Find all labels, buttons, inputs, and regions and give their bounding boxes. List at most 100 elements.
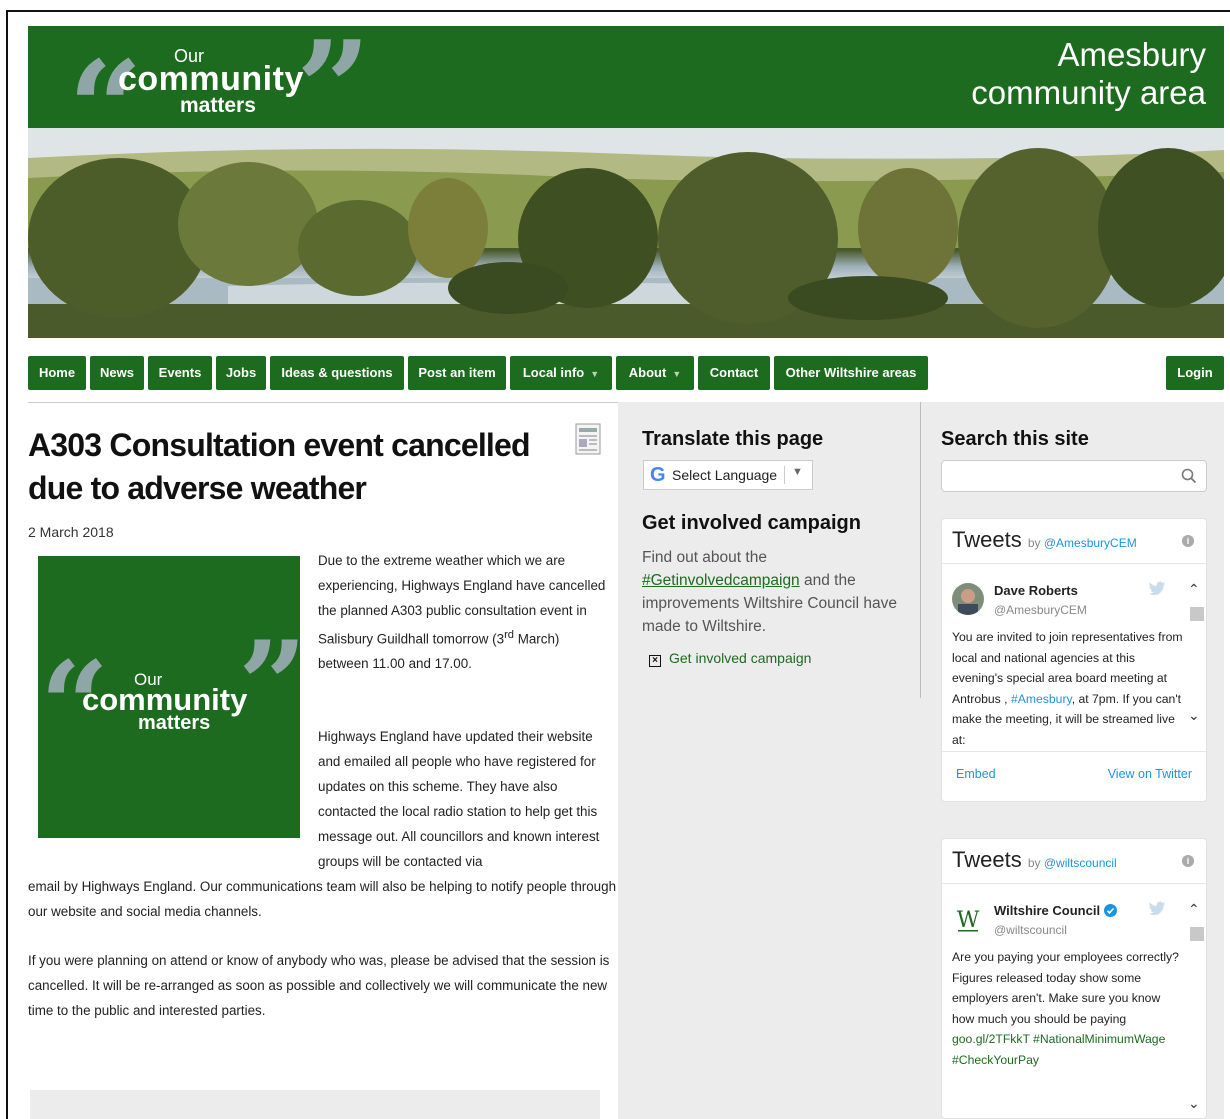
tweets-by: by @wiltscouncil [1028, 856, 1117, 870]
involved-campaign-image[interactable]: × Get involved campaign [649, 650, 811, 667]
image-alt-text: Get involved campaign [669, 650, 812, 666]
google-icon: G [650, 464, 666, 486]
nav-about[interactable]: About ▼ [616, 356, 694, 390]
logo-matters: matters [180, 94, 256, 117]
nav-ideas-questions[interactable]: Ideas & questions [270, 356, 404, 390]
nav-label: About [628, 365, 667, 380]
tweet-author-name[interactable]: Wiltshire Council [994, 903, 1117, 918]
divider [942, 751, 1206, 752]
article-paragraph-3: If you were planning on attend or know o… [28, 953, 610, 1018]
scroll-down-icon[interactable]: ⌄ [1188, 1095, 1200, 1112]
text-run: by [1027, 536, 1044, 550]
tweet-text: Are you paying your employees correctly?… [952, 947, 1184, 1070]
tweet-author-handle[interactable]: @wiltscouncil [994, 923, 1067, 937]
nav-label: Ideas & questions [281, 365, 393, 380]
nav-home[interactable]: Home [28, 356, 86, 390]
tweets-widget-amesbury: Tweets by @AmesburyCEM i Dave Roberts @A… [941, 518, 1207, 802]
logo-matters: matters [138, 712, 211, 734]
tweet-author-name[interactable]: Dave Roberts [994, 583, 1078, 598]
nav-contact[interactable]: Contact [698, 356, 770, 390]
nav-label: Events [158, 365, 202, 380]
tweet-text: You are invited to join representatives … [952, 627, 1184, 750]
nav-events[interactable]: Events [148, 356, 212, 390]
search-input[interactable] [941, 460, 1207, 492]
text-run: by [1027, 856, 1044, 870]
article-paragraph-1: Due to the extreme weather which we are … [318, 548, 610, 676]
login-label: Login [1177, 365, 1213, 380]
tweets-title: Tweets [952, 527, 1022, 552]
article-date: 2 March 2018 [28, 524, 114, 540]
nav-local-info[interactable]: Local info ▼ [510, 356, 612, 390]
divider [942, 883, 1206, 884]
text-run: Find out about the [642, 549, 767, 566]
link-and-hashtags[interactable]: goo.gl/2TFkkT #NationalMinimumWage #Chec… [952, 1032, 1165, 1067]
svg-text:W: W [957, 908, 980, 933]
article-logo-image: “ ” Our community matters [38, 556, 300, 838]
article-title: A303 Consultation event cancelled due to… [28, 427, 531, 506]
article-paragraph-2-continued: email by Highways England. Our communica… [28, 879, 617, 919]
nav-jobs[interactable]: Jobs [216, 356, 266, 390]
divider [784, 466, 785, 484]
divider [28, 402, 618, 403]
tweets-by: by @AmesburyCEM [1028, 536, 1137, 550]
chevron-down-icon: ▼ [590, 369, 600, 379]
banner-scene [28, 128, 1224, 338]
info-icon[interactable]: i [1182, 855, 1194, 867]
nav-label: Post an item [418, 365, 496, 380]
twitter-bird-icon[interactable] [1148, 581, 1166, 597]
divider [942, 563, 1206, 564]
login-button[interactable]: Login [1166, 356, 1224, 390]
hashtag-link[interactable]: #Amesbury [1011, 692, 1072, 706]
tweets-account-link[interactable]: @AmesburyCEM [1044, 536, 1137, 550]
language-select[interactable]: G Select Language ▼ [643, 460, 813, 490]
nav-other-areas[interactable]: Other Wiltshire areas [774, 356, 928, 390]
avatar[interactable] [952, 583, 984, 615]
tweet-author-handle[interactable]: @AmesburyCEM [994, 603, 1087, 617]
nav-news[interactable]: News [90, 356, 144, 390]
area-title-line1: Amesbury [1057, 36, 1206, 73]
tweets-account-link[interactable]: @wiltscouncil [1044, 856, 1117, 870]
search-icon[interactable] [1180, 467, 1198, 485]
getinvolved-link[interactable]: #Getinvolvedcampaign [642, 572, 800, 589]
scroll-down-icon[interactable]: ⌄ [1188, 707, 1200, 724]
chevron-down-icon: ▼ [792, 466, 803, 478]
landscape-banner-image [28, 128, 1224, 338]
nav-post-item[interactable]: Post an item [408, 356, 506, 390]
main-nav: Home News Events Jobs Ideas & questions … [28, 356, 1224, 390]
translate-heading: Translate this page [642, 428, 824, 450]
text-run: Are you paying your employees correctly?… [952, 950, 1179, 1026]
chevron-down-icon: ▼ [672, 369, 682, 379]
scrollbar-thumb[interactable] [1190, 927, 1204, 941]
nav-label: News [100, 365, 134, 380]
embed-link[interactable]: Embed [956, 767, 996, 781]
twitter-bird-icon[interactable] [1148, 901, 1166, 917]
scrollbar-thumb[interactable] [1190, 607, 1204, 621]
site-header: “ ” Our community matters Amesbury commu… [28, 24, 1224, 174]
nav-label: Jobs [225, 365, 257, 380]
language-select-label: Select Language [672, 467, 778, 483]
verified-badge-icon [1103, 904, 1117, 917]
involved-heading: Get involved campaign [642, 512, 861, 534]
info-icon[interactable]: i [1182, 535, 1194, 547]
comment-box [30, 1090, 600, 1119]
document-icon[interactable] [574, 422, 604, 456]
tweets-widget-header: Tweets by @AmesburyCEM [952, 527, 1137, 553]
view-on-twitter-link[interactable]: View on Twitter [1108, 767, 1192, 781]
area-title-line2: community area [971, 74, 1206, 111]
broken-image-icon: × [649, 655, 661, 667]
middle-sidebar [618, 402, 926, 1119]
search-heading: Search this site [941, 428, 1089, 450]
superscript: rd [504, 629, 514, 641]
area-title: Amesbury community area [971, 36, 1206, 112]
avatar[interactable]: W [952, 903, 984, 935]
text-run: Due to the extreme weather which we are … [318, 553, 606, 647]
involved-text: Find out about the #Getinvolvedcampaign … [642, 546, 922, 638]
tweets-widget-header: Tweets by @wiltscouncil [952, 847, 1117, 873]
scroll-up-icon[interactable]: ⌃ [1188, 581, 1200, 598]
scroll-up-icon[interactable]: ⌃ [1188, 901, 1200, 918]
nav-label: Home [38, 365, 76, 380]
nav-label: Other Wiltshire areas [785, 365, 917, 380]
text-run: Wiltshire Council [994, 903, 1101, 918]
tweets-widget-wiltscouncil: Tweets by @wiltscouncil i W Wiltshire Co… [941, 838, 1207, 1119]
tweets-title: Tweets [952, 847, 1022, 872]
